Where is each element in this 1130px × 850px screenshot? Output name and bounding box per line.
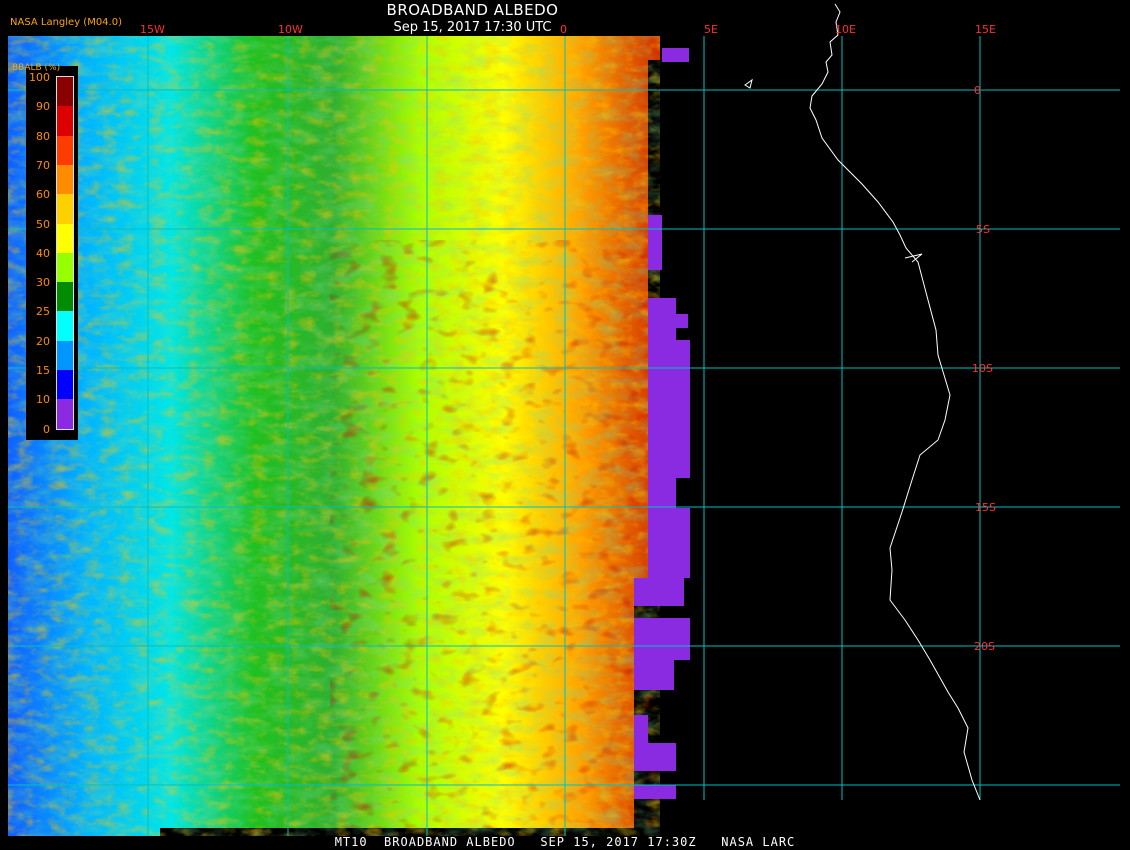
legend-label: 90 — [36, 100, 50, 114]
albedo-imagery — [8, 36, 660, 836]
legend-label: 70 — [36, 158, 50, 172]
legend-label: 100 — [29, 71, 50, 84]
map-title: BROADBAND ALBEDO — [386, 1, 559, 19]
lat-label-15s: 15S — [975, 501, 996, 514]
lat-label-0: 0 — [974, 84, 981, 97]
legend-label: 50 — [36, 217, 50, 231]
legend-frame — [56, 76, 74, 430]
lon-label-15e: 15E — [975, 23, 996, 36]
legend-label: 80 — [36, 129, 50, 143]
albedo-map: 15W 10W 0 5E 10E 15E 0 5S 10S 15S 20S — [8, 3, 1120, 836]
legend-label: 30 — [36, 276, 50, 290]
legend-label: 40 — [36, 246, 50, 260]
legend-label: 0 — [43, 422, 50, 436]
legend-label: 15 — [36, 364, 50, 377]
lat-label-5s: 5S — [976, 223, 990, 236]
legend-label: 60 — [36, 188, 50, 202]
legend-label: 20 — [36, 334, 50, 348]
lat-label-20s: 20S — [974, 640, 995, 653]
credit-label: NASA Langley (M04.0) — [10, 17, 122, 28]
coastline — [744, 3, 981, 801]
color-legend: BBALB (%) 100 90 80 70 60 50 40 30 25 20 15 10 0 — [12, 63, 78, 440]
legend-label: 25 — [36, 305, 50, 319]
legend-label: 10 — [36, 393, 50, 407]
lat-label-10s: 10S — [972, 362, 993, 375]
footer-caption: MT10 BROADBAND ALBEDO SEP 15, 2017 17:30… — [334, 835, 796, 849]
map-datetime: Sep 15, 2017 17:30 UTC — [393, 20, 552, 35]
